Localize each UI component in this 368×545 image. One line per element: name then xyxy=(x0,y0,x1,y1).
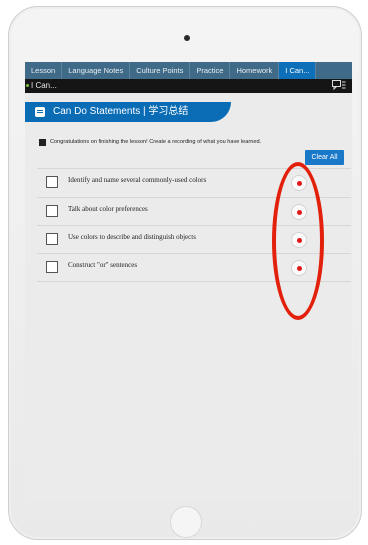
statement-checkbox[interactable] xyxy=(46,233,58,245)
home-button[interactable] xyxy=(170,506,202,538)
tab-i-can[interactable]: I Can... xyxy=(279,62,317,79)
tab-practice[interactable]: Practice xyxy=(190,62,231,79)
front-camera xyxy=(184,35,190,41)
statement-label: Talk about color preferences xyxy=(68,205,148,213)
statement-label: Construct "or" sentences xyxy=(68,261,138,269)
statement-label: Use colors to describe and distinguish o… xyxy=(68,233,196,241)
notice-bullet-icon xyxy=(39,139,46,146)
statement-checkbox[interactable] xyxy=(46,176,58,188)
tab-culture-points[interactable]: Culture Points xyxy=(130,62,191,79)
page-title: Can Do Statements | 学习总结 xyxy=(53,106,189,117)
statement-label: Identify and name several commonly-used … xyxy=(68,176,207,184)
tab-homework[interactable]: Homework xyxy=(230,62,280,79)
chat-icon[interactable] xyxy=(332,80,346,91)
tab-lesson[interactable]: Lesson xyxy=(25,62,63,79)
clear-all-button[interactable]: Clear All xyxy=(305,150,344,165)
section-label: I Can... xyxy=(31,81,57,90)
annotation-circle xyxy=(272,162,324,320)
status-dot-icon xyxy=(26,84,29,87)
statement-checkbox[interactable] xyxy=(46,205,58,217)
tab-language-notes[interactable]: Language Notes xyxy=(62,62,131,79)
tab-bar: Lesson Language Notes Culture Points Pra… xyxy=(25,62,352,79)
statement-checkbox[interactable] xyxy=(46,261,58,273)
document-icon xyxy=(35,107,45,117)
section-header: Can Do Statements | 学习总结 xyxy=(25,102,231,122)
instruction-text: Congratulations on finishing the lesson!… xyxy=(50,139,262,145)
sub-nav-bar: I Can... xyxy=(25,79,352,93)
